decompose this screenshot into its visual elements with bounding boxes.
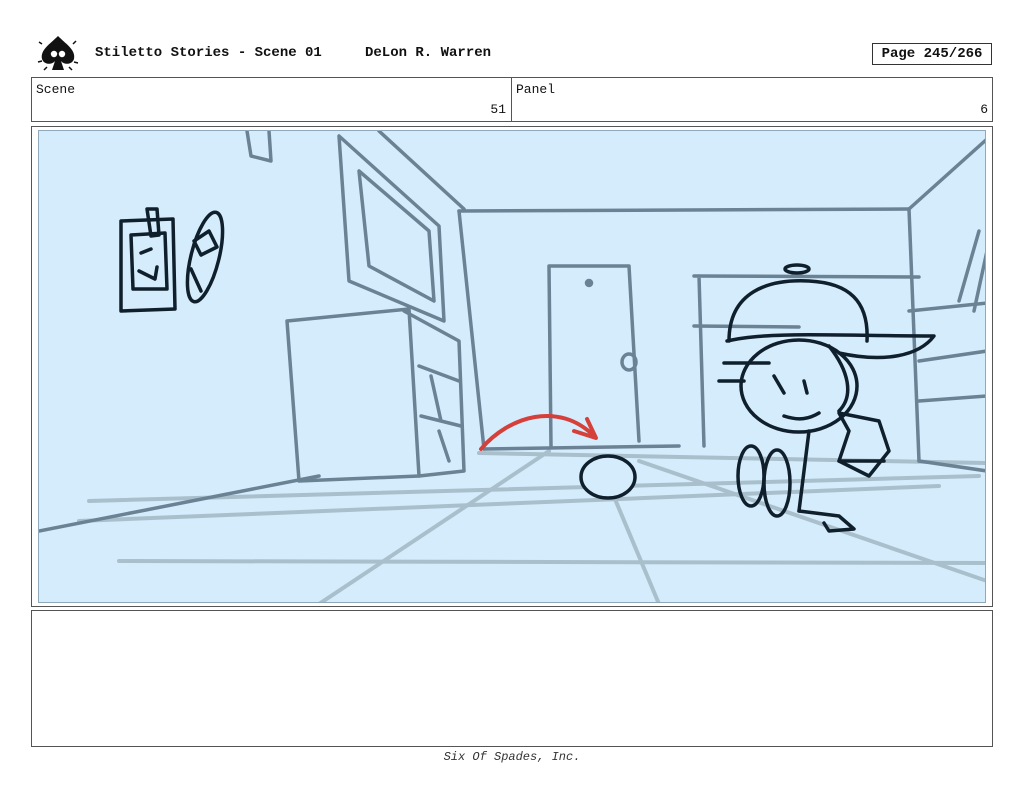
page-number: Page 245/266	[872, 43, 992, 65]
room-sketch	[39, 131, 985, 533]
wall-picture	[119, 207, 225, 313]
ball	[579, 454, 637, 500]
scene-panel-row: Scene 51 Panel 6	[31, 77, 993, 122]
panel-drawing	[38, 130, 986, 603]
panel-value: 6	[980, 102, 988, 117]
author-name: DeLon R. Warren	[365, 45, 492, 61]
notes-area	[31, 610, 993, 747]
document-title: Stiletto Stories - Scene 01	[95, 45, 322, 61]
motion-arrow	[479, 413, 598, 451]
panel-label: Panel	[516, 82, 556, 97]
logo-spade-icon	[34, 32, 82, 74]
row-divider	[511, 78, 512, 121]
scene-label: Scene	[36, 82, 76, 97]
footer-company: Six Of Spades, Inc.	[443, 750, 581, 764]
scene-value: 51	[490, 102, 506, 117]
